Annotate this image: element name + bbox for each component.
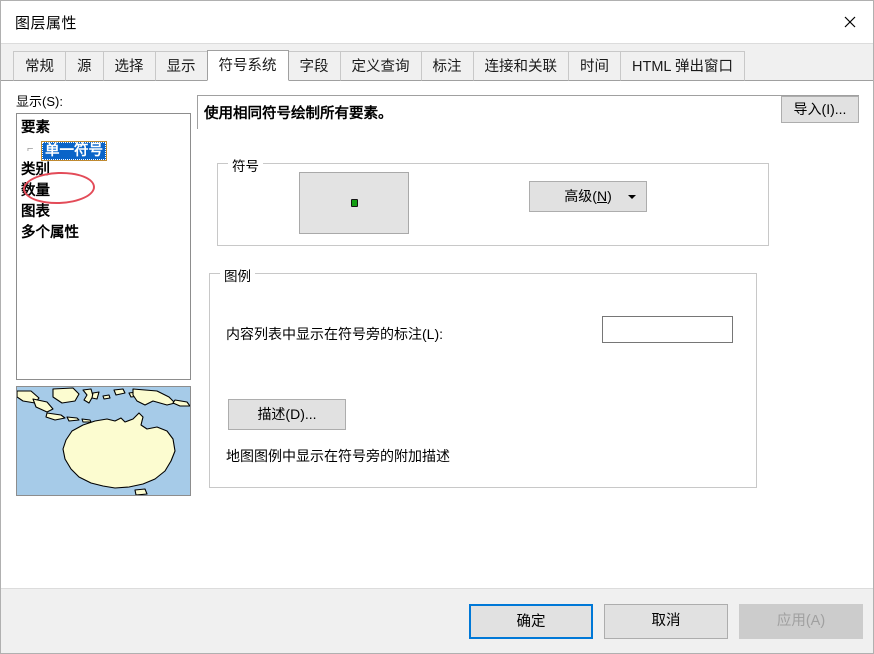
show-panel: 显示(S): 要素 ⌐ 单一符号 类别 数量 图表 多个属性: [16, 91, 191, 496]
advanced-button[interactable]: 高级(N): [529, 181, 647, 212]
legend-group-title: 图例: [220, 265, 255, 285]
tab-display[interactable]: 显示: [154, 51, 208, 81]
legend-groupbox: 图例 内容列表中显示在符号旁的标注(L): 描述(D)... 地图图例中显示在符…: [209, 265, 757, 488]
tree-item-categories[interactable]: 类别: [21, 160, 190, 181]
tree-item-features[interactable]: 要素: [21, 118, 190, 139]
advanced-button-label: 高级(N): [564, 188, 612, 204]
ok-button[interactable]: 确定: [469, 604, 593, 639]
legend-label-input[interactable]: [602, 316, 733, 343]
tab-source[interactable]: 源: [65, 51, 104, 81]
tree-item-single-symbol[interactable]: ⌐ 单一符号: [21, 139, 190, 161]
symbol-preview-button[interactable]: [299, 172, 409, 234]
tab-joins-relates[interactable]: 连接和关联: [472, 51, 569, 81]
tree-item-single-symbol-label: 单一符号: [41, 140, 107, 161]
close-icon[interactable]: [827, 1, 873, 43]
tab-bar: 常规 源 选择 显示 符号系统 字段 定义查询 标注 连接和关联 时间 HTML…: [1, 43, 873, 81]
dialog-footer: 确定 取消 应用(A): [1, 588, 873, 653]
dialog-content: 显示(S): 要素 ⌐ 单一符号 类别 数量 图表 多个属性 使用相同符号绘制所…: [1, 81, 873, 588]
tab-labels[interactable]: 标注: [420, 51, 474, 81]
tree-item-multiple-attributes[interactable]: 多个属性: [21, 223, 190, 244]
apply-button: 应用(A): [739, 604, 863, 639]
tree-item-charts[interactable]: 图表: [21, 202, 190, 223]
window-title: 图层属性: [15, 14, 78, 32]
tab-selection[interactable]: 选择: [102, 51, 156, 81]
show-list-label: 显示(S):: [16, 94, 63, 109]
chevron-down-icon: [628, 194, 636, 199]
map-thumbnail: [16, 386, 191, 496]
tab-time[interactable]: 时间: [568, 51, 621, 81]
tab-definition-query[interactable]: 定义查询: [339, 51, 422, 81]
symbol-groupbox: 符号 高级(N): [217, 155, 769, 246]
tab-fields[interactable]: 字段: [287, 51, 341, 81]
legend-label-caption: 内容列表中显示在符号旁的标注(L):: [226, 326, 443, 342]
renderer-header: 使用相同符号绘制所有要素。 导入(I)...: [197, 95, 859, 129]
renderer-description: 使用相同符号绘制所有要素。: [204, 106, 393, 122]
symbology-tree[interactable]: 要素 ⌐ 单一符号 类别 数量 图表 多个属性: [16, 113, 191, 380]
tab-general[interactable]: 常规: [13, 51, 66, 81]
symbol-group-title: 符号: [228, 155, 263, 175]
tab-symbology[interactable]: 符号系统: [206, 50, 289, 81]
cancel-button[interactable]: 取消: [604, 604, 728, 639]
symbology-main-panel: 使用相同符号绘制所有要素。 导入(I)... 符号 高级(N) 图例 内容列表中…: [197, 95, 859, 488]
title-bar: 图层属性: [1, 1, 873, 43]
import-button[interactable]: 导入(I)...: [781, 96, 859, 123]
tab-html-popup[interactable]: HTML 弹出窗口: [620, 51, 745, 81]
layer-properties-dialog: 图层属性 常规 源 选择 显示 符号系统 字段 定义查询 标注 连接和关联 时间…: [0, 0, 874, 654]
tree-connector-icon: ⌐: [27, 143, 34, 155]
legend-description-caption: 地图图例中显示在符号旁的附加描述: [226, 448, 450, 464]
description-button[interactable]: 描述(D)...: [228, 399, 346, 430]
tree-item-quantities[interactable]: 数量: [21, 181, 190, 202]
point-symbol-icon: [350, 199, 358, 207]
